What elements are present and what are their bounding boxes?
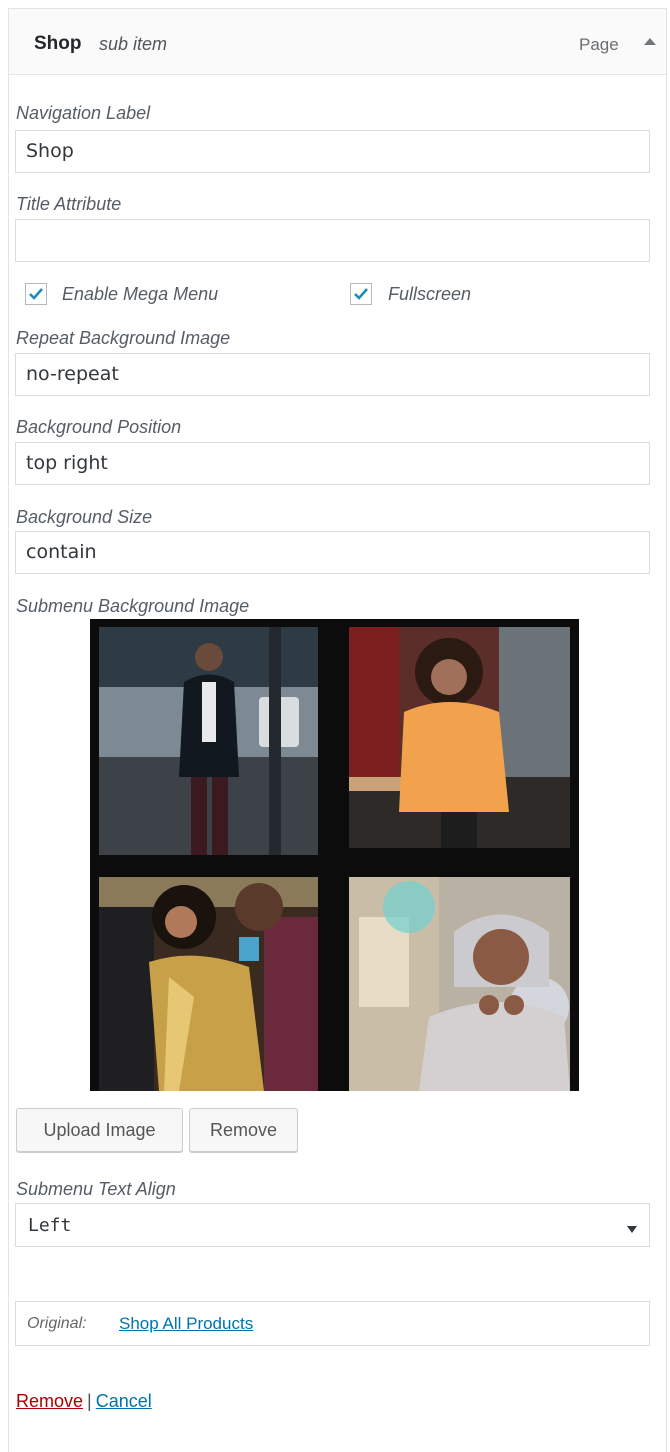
photo-tile-grey-hood — [349, 877, 570, 1091]
text-align-value: Left — [28, 1215, 72, 1236]
upload-image-button[interactable]: Upload Image — [16, 1108, 183, 1152]
arrow-up-icon[interactable] — [643, 35, 665, 57]
cancel-link[interactable]: Cancel — [96, 1391, 152, 1411]
original-link[interactable]: Shop All Products — [119, 1314, 253, 1334]
title-attribute-input[interactable] — [15, 219, 650, 262]
photo-tile-gold-jacket — [99, 877, 318, 1091]
navigation-label-label: Navigation Label — [16, 103, 151, 123]
bg-size-label: Background Size — [16, 507, 153, 527]
checkmark-icon — [29, 288, 43, 300]
action-separator: | — [87, 1391, 92, 1411]
title-attribute-label: Title Attribute — [16, 194, 122, 214]
original-label: Original: — [27, 1315, 87, 1332]
fullscreen-checkbox[interactable] — [350, 283, 372, 305]
repeat-bg-label: Repeat Background Image — [16, 328, 231, 348]
menu-item-title: Shop — [34, 33, 82, 54]
submenu-bg-preview-image — [90, 619, 579, 1091]
enable-mega-menu-checkbox[interactable] — [25, 283, 47, 305]
menu-item-actions: Remove | Cancel — [16, 1391, 152, 1412]
fullscreen-label: Fullscreen — [388, 284, 472, 304]
submenu-bg-label: Submenu Background Image — [16, 596, 250, 616]
text-align-label: Submenu Text Align — [16, 1179, 176, 1199]
enable-mega-menu-label: Enable Mega Menu — [62, 284, 219, 304]
menu-item-type: Page — [579, 35, 619, 54]
remove-link[interactable]: Remove — [16, 1391, 83, 1411]
navigation-label-input[interactable]: Shop — [15, 130, 650, 173]
menu-item-subtitle: sub item — [99, 34, 168, 54]
checkmark-icon — [354, 288, 368, 300]
photo-tile-street — [99, 627, 318, 855]
photo-tile-orange-jacket — [349, 627, 570, 848]
text-align-select[interactable]: Left — [15, 1203, 650, 1247]
caret-down-icon — [627, 1221, 637, 1233]
remove-image-button[interactable]: Remove — [189, 1108, 298, 1152]
repeat-bg-input[interactable]: no-repeat — [15, 353, 650, 396]
bg-position-input[interactable]: top right — [15, 442, 650, 485]
original-box: Original: Shop All Products — [15, 1301, 650, 1346]
bg-size-input[interactable]: contain — [15, 531, 650, 574]
bg-position-label: Background Position — [16, 417, 182, 437]
menu-item-header[interactable]: Shop sub item Page — [9, 9, 666, 75]
